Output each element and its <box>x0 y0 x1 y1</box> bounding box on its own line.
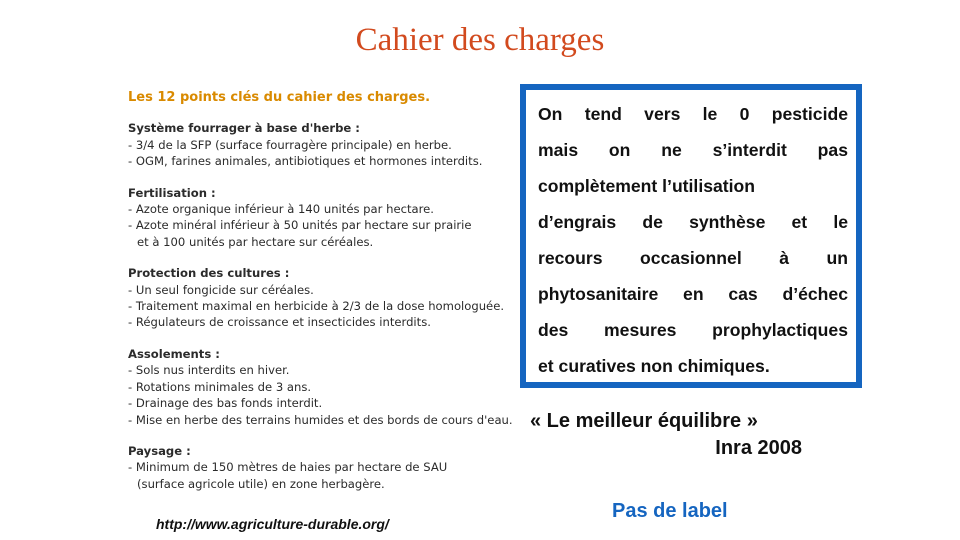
section-fertilisation: Fertilisation : - Azote organique inféri… <box>128 185 515 251</box>
quote-line: mais on ne s’interdit pas <box>538 140 848 160</box>
section-line: - Azote organique inférieur à 140 unités… <box>128 202 434 217</box>
label-note: Pas de label <box>612 500 728 522</box>
section-line: - 3/4 de la SFP (surface fourragère prin… <box>128 137 452 152</box>
equilibre-source: Inra 2008 <box>715 437 802 459</box>
quote-line: recours occasionnel à un <box>538 248 848 268</box>
section-title: Fertilisation : <box>128 185 216 200</box>
source-url: http://www.agriculture-durable.org/ <box>156 516 389 532</box>
section-line: - Sols nus interdits en hiver. <box>128 363 290 378</box>
quote-line: des mesures prophylactiques <box>538 320 848 340</box>
section-line: - OGM, farines animales, antibiotiques e… <box>128 154 483 169</box>
quote-box: On tend vers le 0 pesticide mais on ne s… <box>520 84 862 388</box>
section-line: et à 100 unités par hectare sur céréales… <box>137 234 374 249</box>
section-line: - Minimum de 150 mètres de haies par hec… <box>128 460 448 475</box>
quote-line: complètement l’utilisation <box>538 176 756 196</box>
quote-text: On tend vers le 0 pesticide mais on ne s… <box>538 96 848 384</box>
quote-line: d’engrais de synthèse et le <box>538 212 848 232</box>
quote-line: et curatives non chimiques. <box>538 356 770 376</box>
section-paysage: Paysage : - Minimum de 150 mètres de hai… <box>128 443 515 492</box>
section-line: - Un seul fongicide sur céréales. <box>128 282 314 297</box>
equilibre-text: « Le meilleur équilibre » <box>530 410 758 432</box>
section-title: Système fourrager à base d'herbe : <box>128 121 360 136</box>
section-line: - Traitement maximal en herbicide à 2/3 … <box>128 299 505 314</box>
panel-heading: Les 12 points clés du cahier des charges… <box>128 90 431 105</box>
quote-line: phytosanitaire en cas d’échec <box>538 284 848 304</box>
section-assolements: Assolements : - Sols nus interdits en hi… <box>128 346 515 428</box>
section-title: Protection des cultures : <box>128 266 290 281</box>
section-line: - Azote minéral inférieur à 50 unités pa… <box>128 218 472 233</box>
quote-line: On tend vers le 0 pesticide <box>538 104 848 124</box>
section-title: Assolements : <box>128 346 220 361</box>
section-line: - Régulateurs de croissance et insectici… <box>128 315 431 330</box>
cahier-panel: Les 12 points clés du cahier des charges… <box>120 90 515 515</box>
section-protection-cultures: Protection des cultures : - Un seul fong… <box>128 265 515 331</box>
section-line: - Rotations minimales de 3 ans. <box>128 379 312 394</box>
equilibre-quote: « Le meilleur équilibre » Inra 2008 <box>530 410 802 460</box>
section-line: - Drainage des bas fonds interdit. <box>128 396 323 411</box>
section-title: Paysage : <box>128 443 191 458</box>
section-line: - Mise en herbe des terrains humides et … <box>128 412 513 427</box>
section-line: (surface agricole utile) en zone herbagè… <box>137 476 385 491</box>
section-systeme-fourrager: Système fourrager à base d'herbe : - 3/4… <box>128 120 515 169</box>
slide-title: Cahier des charges <box>355 22 605 58</box>
